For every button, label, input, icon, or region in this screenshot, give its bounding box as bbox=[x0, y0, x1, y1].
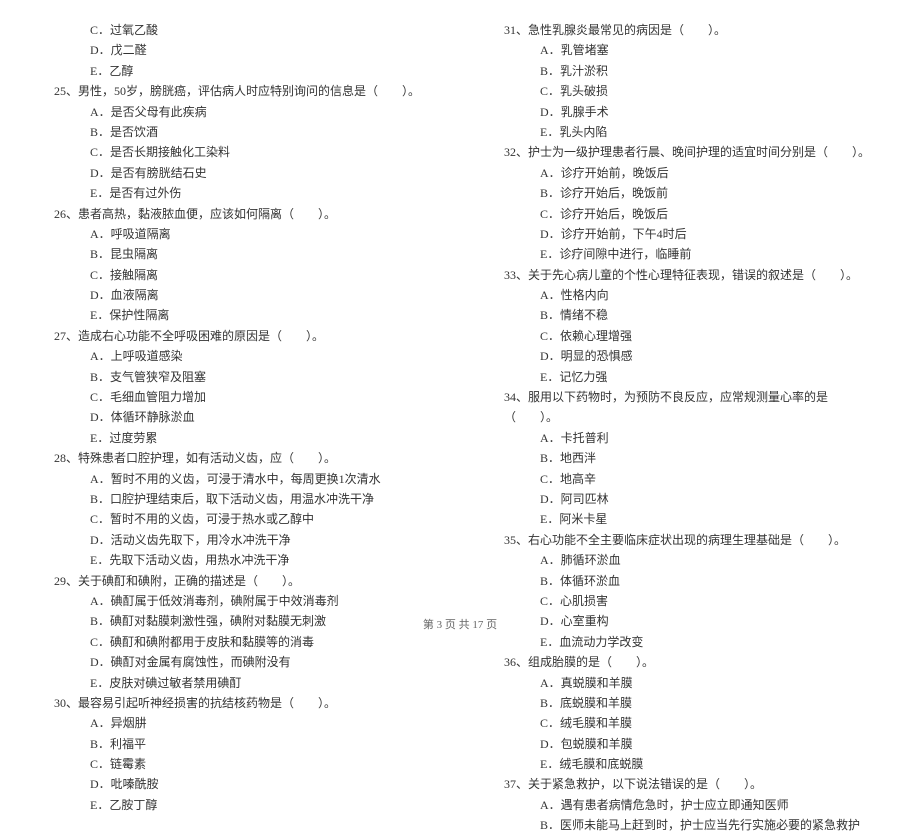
question-32: 32、护士为一级护理患者行晨、晚间护理的适宜时间分别是（ ）。 bbox=[490, 142, 880, 162]
option-text: A．碘酊属于低效消毒剂，碘附属于中效消毒剂 bbox=[40, 591, 430, 611]
option-text: C．毛细血管阻力增加 bbox=[40, 387, 430, 407]
option-text: E．阿米卡星 bbox=[490, 509, 880, 529]
page-footer: 第 3 页 共 17 页 bbox=[0, 616, 920, 635]
left-column: C．过氧乙酸 D．戊二醛 E．乙醇 25、男性，50岁，膀胱癌，评估病人时应特别… bbox=[40, 20, 430, 836]
option-text: D．吡嗪酰胺 bbox=[40, 774, 430, 794]
option-text: C．地高辛 bbox=[490, 469, 880, 489]
option-text: B．诊疗开始后，晚饭前 bbox=[490, 183, 880, 203]
question-30: 30、最容易引起听神经损害的抗结核药物是（ ）。 bbox=[40, 693, 430, 713]
question-36: 36、组成胎膜的是（ ）。 bbox=[490, 652, 880, 672]
option-text: B．体循环淤血 bbox=[490, 571, 880, 591]
option-text: A．遇有患者病情危急时，护士应立即通知医师 bbox=[490, 795, 880, 815]
question-26: 26、患者高热，黏液脓血便，应该如何隔离（ ）。 bbox=[40, 204, 430, 224]
question-35: 35、右心功能不全主要临床症状出现的病理生理基础是（ ）。 bbox=[490, 530, 880, 550]
option-text: B．是否饮酒 bbox=[40, 122, 430, 142]
question-29: 29、关于碘酊和碘附，正确的描述是（ ）。 bbox=[40, 571, 430, 591]
question-28: 28、特殊患者口腔护理，如有活动义齿，应（ ）。 bbox=[40, 448, 430, 468]
option-text: D．阿司匹林 bbox=[490, 489, 880, 509]
question-34: 34、服用以下药物时，为预防不良反应，应常规测量心率的是（ ）。 bbox=[490, 387, 880, 428]
option-text: E．先取下活动义齿，用热水冲洗干净 bbox=[40, 550, 430, 570]
option-text: C．乳头破损 bbox=[490, 81, 880, 101]
option-text: E．过度劳累 bbox=[40, 428, 430, 448]
option-text: C．过氧乙酸 bbox=[40, 20, 430, 40]
option-text: E．皮肤对碘过敏者禁用碘酊 bbox=[40, 673, 430, 693]
option-text: C．暂时不用的义齿，可浸于热水或乙醇中 bbox=[40, 509, 430, 529]
option-text: B．情绪不稳 bbox=[490, 305, 880, 325]
question-25: 25、男性，50岁，膀胱癌，评估病人时应特别询问的信息是（ ）。 bbox=[40, 81, 430, 101]
option-text: B．昆虫隔离 bbox=[40, 244, 430, 264]
option-text: D．诊疗开始前，下午4时后 bbox=[490, 224, 880, 244]
option-text: A．异烟肼 bbox=[40, 713, 430, 733]
option-text: D．包蜕膜和羊膜 bbox=[490, 734, 880, 754]
option-text: D．戊二醛 bbox=[40, 40, 430, 60]
right-column: 31、急性乳腺炎最常见的病因是（ ）。 A．乳管堵塞 B．乳汁淤积 C．乳头破损… bbox=[490, 20, 880, 836]
option-text: B．乳汁淤积 bbox=[490, 61, 880, 81]
question-37: 37、关于紧急救护，以下说法错误的是（ ）。 bbox=[490, 774, 880, 794]
option-text: A．暂时不用的义齿，可浸于清水中，每周更换1次清水 bbox=[40, 469, 430, 489]
option-text: B．利福平 bbox=[40, 734, 430, 754]
option-text: E．乙醇 bbox=[40, 61, 430, 81]
option-text: D．是否有膀胱结石史 bbox=[40, 163, 430, 183]
option-text: E．乳头内陷 bbox=[490, 122, 880, 142]
option-text: A．是否父母有此疾病 bbox=[40, 102, 430, 122]
option-text: E．记忆力强 bbox=[490, 367, 880, 387]
option-text: C．依赖心理增强 bbox=[490, 326, 880, 346]
option-text: A．上呼吸道感染 bbox=[40, 346, 430, 366]
option-text: C．诊疗开始后，晚饭后 bbox=[490, 204, 880, 224]
option-text: D．血液隔离 bbox=[40, 285, 430, 305]
option-text: A．呼吸道隔离 bbox=[40, 224, 430, 244]
option-text: B．医师未能马上赶到时，护士应当先行实施必要的紧急救护 bbox=[490, 815, 880, 835]
option-text: E．是否有过外伤 bbox=[40, 183, 430, 203]
option-text: B．地西泮 bbox=[490, 448, 880, 468]
option-text: A．肺循环淤血 bbox=[490, 550, 880, 570]
option-text: C．心肌损害 bbox=[490, 591, 880, 611]
option-text: A．乳管堵塞 bbox=[490, 40, 880, 60]
option-text: D．乳腺手术 bbox=[490, 102, 880, 122]
question-31: 31、急性乳腺炎最常见的病因是（ ）。 bbox=[490, 20, 880, 40]
option-text: B．底蜕膜和羊膜 bbox=[490, 693, 880, 713]
option-text: A．真蜕膜和羊膜 bbox=[490, 673, 880, 693]
option-text: B．支气管狭窄及阻塞 bbox=[40, 367, 430, 387]
option-text: D．体循环静脉淤血 bbox=[40, 407, 430, 427]
option-text: D．明显的恐惧感 bbox=[490, 346, 880, 366]
option-text: C．接触隔离 bbox=[40, 265, 430, 285]
option-text: B．口腔护理结束后，取下活动义齿，用温水冲洗干净 bbox=[40, 489, 430, 509]
option-text: A．性格内向 bbox=[490, 285, 880, 305]
option-text: C．绒毛膜和羊膜 bbox=[490, 713, 880, 733]
option-text: E．诊疗间隙中进行，临睡前 bbox=[490, 244, 880, 264]
option-text: A．诊疗开始前，晚饭后 bbox=[490, 163, 880, 183]
option-text: C．链霉素 bbox=[40, 754, 430, 774]
option-text: D．活动义齿先取下，用冷水冲洗干净 bbox=[40, 530, 430, 550]
question-27: 27、造成右心功能不全呼吸困难的原因是（ ）。 bbox=[40, 326, 430, 346]
option-text: C．是否长期接触化工染料 bbox=[40, 142, 430, 162]
option-text: D．碘酊对金属有腐蚀性，而碘附没有 bbox=[40, 652, 430, 672]
question-33: 33、关于先心病儿童的个性心理特征表现，错误的叙述是（ ）。 bbox=[490, 265, 880, 285]
option-text: E．保护性隔离 bbox=[40, 305, 430, 325]
option-text: E．乙胺丁醇 bbox=[40, 795, 430, 815]
option-text: A．卡托普利 bbox=[490, 428, 880, 448]
option-text: E．绒毛膜和底蜕膜 bbox=[490, 754, 880, 774]
